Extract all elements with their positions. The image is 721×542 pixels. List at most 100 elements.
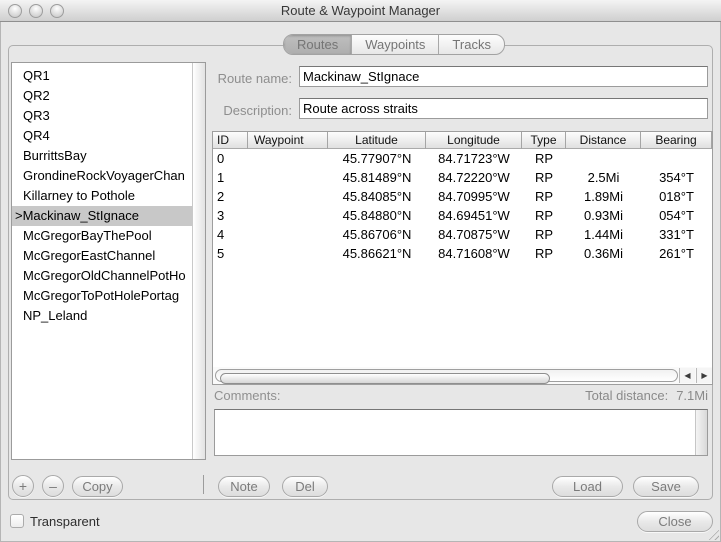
table-cell: 84.71608°W	[438, 246, 510, 261]
zoom-window-icon[interactable]	[50, 4, 64, 18]
route-list-items: QR1 QR2 QR3 QR4 BurrittsBay GrondineRockVoyag…	[12, 66, 192, 459]
column-header-longitude[interactable]: Longitude	[426, 132, 522, 149]
route-list-item[interactable]: >Mackinaw_StIgnace	[12, 206, 192, 226]
route-list: QR1 QR2 QR3 QR4 BurrittsBay GrondineRockVoyag…	[11, 62, 206, 460]
table-cell: 2.5Mi	[587, 170, 620, 185]
tab-bar: Routes Waypoints Tracks	[283, 34, 505, 55]
description-label: Description:	[223, 103, 292, 118]
note-button[interactable]: Note	[218, 476, 270, 497]
table-cell: 1.44Mi	[583, 227, 624, 242]
table-cell: 354°T	[659, 170, 694, 185]
del-button[interactable]: Del	[282, 476, 328, 497]
table-cell	[566, 149, 641, 168]
route-list-item[interactable]: McGregorBayThePool	[12, 226, 192, 246]
table-row[interactable]: 0 45.77907°N 84.71723°W RP	[213, 149, 712, 168]
table-cell: 331°T	[659, 227, 694, 242]
table-cell	[248, 187, 328, 206]
tab-tracks[interactable]: Tracks	[439, 35, 504, 54]
transparent-checkbox[interactable]	[10, 514, 24, 528]
table-cell: 84.71723°W	[438, 151, 510, 166]
table-cell	[248, 149, 328, 168]
table-cell: 261°T	[659, 246, 694, 261]
route-list-item[interactable]: GrondineRockVoyagerChan	[12, 166, 192, 186]
table-cell: 45.84085°N	[342, 189, 412, 204]
route-list-item[interactable]: BurrittsBay	[12, 146, 192, 166]
column-header-type[interactable]: Type	[522, 132, 566, 149]
total-distance: Total distance: 7.1Mi	[585, 388, 708, 403]
save-button[interactable]: Save	[633, 476, 699, 497]
total-distance-label: Total distance:	[585, 388, 669, 403]
scroll-left-icon[interactable]: ◀	[679, 368, 695, 383]
table-cell: 45.77907°N	[342, 151, 412, 166]
table-horizontal-scrollbar: ◀ ▶	[213, 367, 712, 384]
window-title: Route & Waypoint Manager	[280, 3, 441, 18]
table-cell: 84.72220°W	[438, 170, 510, 185]
waypoint-table: ID Waypoint Latitude Longitude Type Distance B…	[212, 131, 713, 385]
table-cell	[248, 225, 328, 244]
scroll-right-icon[interactable]: ▶	[696, 368, 712, 383]
table-cell: 4	[217, 227, 225, 242]
route-name-label: Route name:	[217, 71, 292, 86]
route-list-item[interactable]: McGregorEastChannel	[12, 246, 192, 266]
route-name-input[interactable]	[299, 66, 708, 87]
table-cell	[248, 206, 328, 225]
scrollbar-track[interactable]	[215, 369, 678, 384]
table-cell: 45.84880°N	[342, 208, 412, 223]
route-list-item[interactable]: Killarney to Pothole	[12, 186, 192, 206]
total-distance-value: 7.1Mi	[676, 388, 708, 403]
scrollbar-thumb[interactable]	[220, 373, 550, 384]
titlebar: Route & Waypoint Manager	[0, 0, 721, 22]
route-list-item[interactable]: McGregorOldChannelPotHo	[12, 266, 192, 286]
tab-waypoints[interactable]: Waypoints	[351, 35, 440, 54]
description-input[interactable]	[299, 98, 708, 119]
column-header-id[interactable]: ID	[213, 132, 248, 149]
route-list-item[interactable]: NP_Leland	[12, 306, 192, 326]
route-list-item[interactable]: QR1	[12, 66, 192, 86]
table-cell: 018°T	[659, 189, 694, 204]
route-list-item[interactable]: QR4	[12, 126, 192, 146]
route-list-item[interactable]: QR3	[12, 106, 192, 126]
table-body: 0 45.77907°N 84.71723°W RP 1 45.81489°N 84.722…	[213, 149, 712, 369]
column-header-waypoint[interactable]: Waypoint	[248, 132, 328, 149]
table-cell: 45.86706°N	[342, 227, 412, 242]
table-cell: RP	[534, 246, 554, 261]
table-cell: RP	[534, 170, 554, 185]
remove-route-button[interactable]: –	[42, 475, 64, 497]
add-route-button[interactable]: +	[12, 475, 34, 497]
table-cell	[248, 244, 328, 263]
table-cell: 84.70995°W	[438, 189, 510, 204]
table-cell: 1	[217, 170, 225, 185]
comments-scrollbar[interactable]	[695, 410, 707, 455]
app-window: Route & Waypoint Manager Routes Waypoint…	[0, 0, 721, 542]
table-header: ID Waypoint Latitude Longitude Type Distance B…	[213, 132, 712, 149]
column-header-latitude[interactable]: Latitude	[328, 132, 426, 149]
table-cell: 45.86621°N	[342, 246, 412, 261]
copy-button[interactable]: Copy	[72, 476, 123, 497]
table-cell	[248, 168, 328, 187]
table-row[interactable]: 3 45.84880°N 84.69451°W RP 0.93Mi 054°T	[213, 206, 712, 225]
table-row[interactable]: 4 45.86706°N 84.70875°W RP 1.44Mi 331°T	[213, 225, 712, 244]
table-cell: 84.69451°W	[438, 208, 510, 223]
comments-input[interactable]	[214, 409, 708, 456]
comments-label: Comments:	[214, 388, 281, 403]
table-row[interactable]: 1 45.81489°N 84.72220°W RP 2.5Mi 354°T	[213, 168, 712, 187]
minimize-window-icon[interactable]	[29, 4, 43, 18]
load-button[interactable]: Load	[552, 476, 623, 497]
table-row[interactable]: 2 45.84085°N 84.70995°W RP 1.89Mi 018°T	[213, 187, 712, 206]
column-header-distance[interactable]: Distance	[566, 132, 641, 149]
table-row[interactable]: 5 45.86621°N 84.71608°W RP 0.36Mi 261°T	[213, 244, 712, 263]
tab-routes[interactable]: Routes	[284, 35, 352, 54]
table-cell: 84.70875°W	[438, 227, 510, 242]
table-cell: RP	[534, 227, 554, 242]
close-button[interactable]: Close	[637, 511, 713, 532]
route-list-item[interactable]: QR2	[12, 86, 192, 106]
table-cell: 2	[217, 189, 225, 204]
close-window-icon[interactable]	[8, 4, 22, 18]
table-cell: RP	[534, 189, 554, 204]
table-cell: 0	[217, 151, 225, 166]
table-cell: 0.93Mi	[583, 208, 624, 223]
table-cell: 5	[217, 246, 225, 261]
route-list-scrollbar[interactable]	[192, 63, 205, 459]
column-header-bearing[interactable]: Bearing	[641, 132, 712, 149]
route-list-item[interactable]: McGregorToPotHolePortag	[12, 286, 192, 306]
